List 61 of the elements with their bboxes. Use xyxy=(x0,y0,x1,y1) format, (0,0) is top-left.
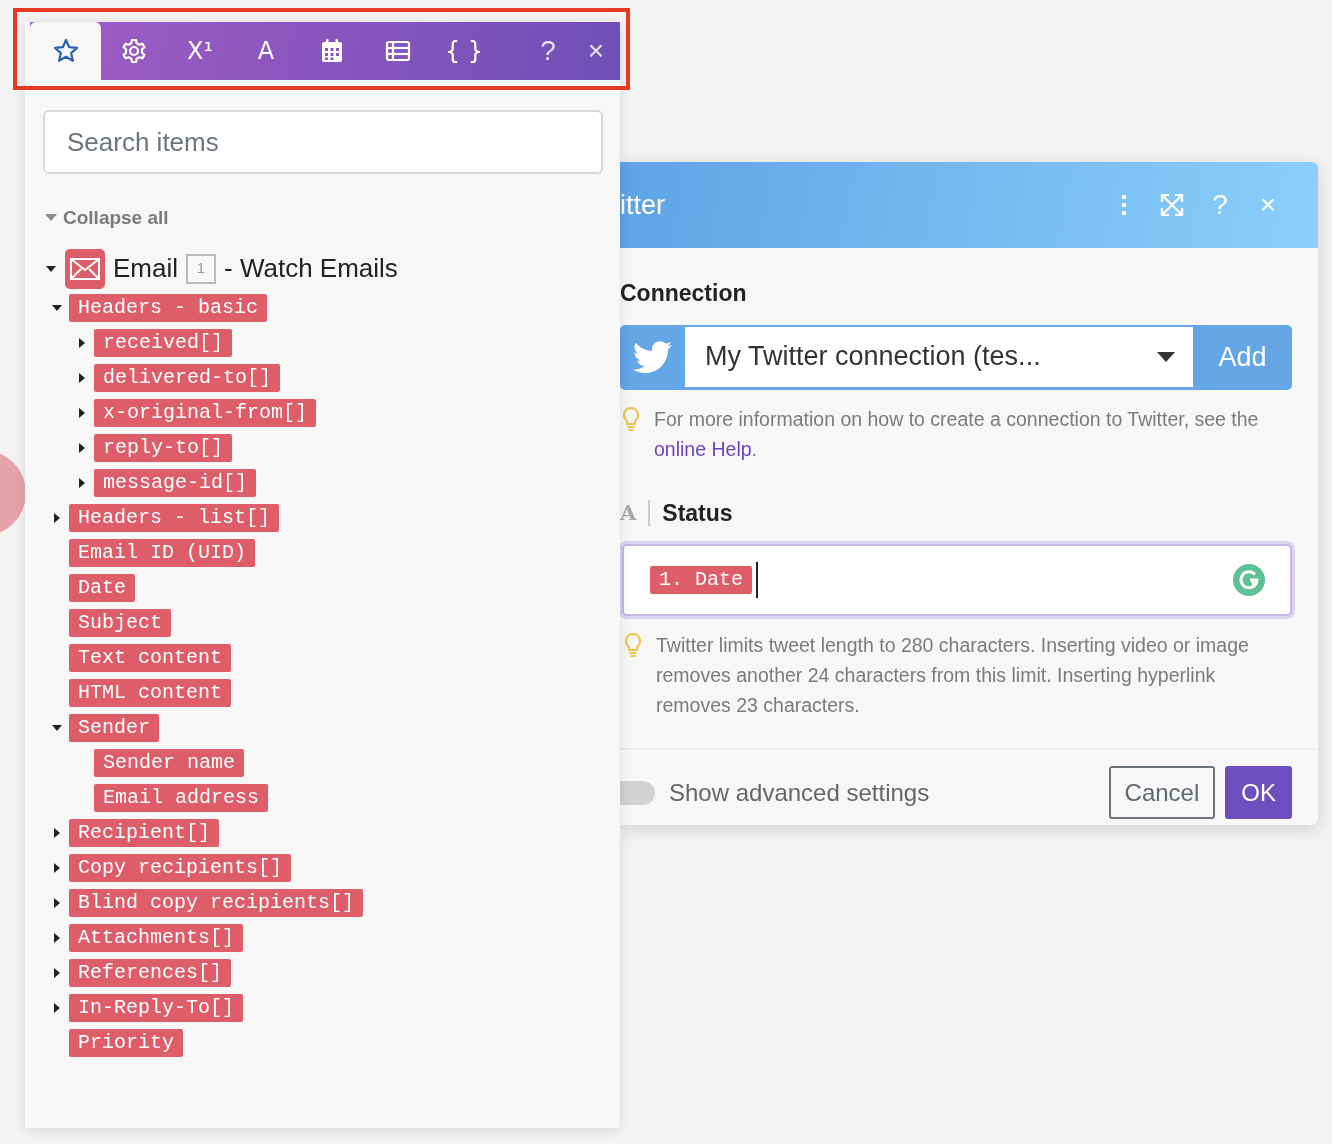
dialog-title: itter xyxy=(620,188,666,222)
connection-select[interactable]: My Twitter connection (tes... xyxy=(685,326,1193,387)
lightbulb-icon xyxy=(622,405,640,432)
field-label: Status xyxy=(662,498,733,528)
tree-item[interactable]: delivered-to[] xyxy=(94,364,281,392)
expand-icon xyxy=(1160,193,1184,217)
tree-item[interactable]: References[] xyxy=(69,959,232,987)
tree-item[interactable]: Attachments[] xyxy=(69,924,244,952)
help-link[interactable]: online Help xyxy=(654,437,752,460)
tree-item[interactable]: Sender xyxy=(69,714,159,742)
tree-item[interactable]: message-id[] xyxy=(94,469,257,497)
tree-item[interactable]: Priority xyxy=(69,1029,183,1057)
help-button[interactable]: ? xyxy=(1196,184,1244,226)
toolbar-tab[interactable]: X¹ xyxy=(167,22,233,80)
hint-text: For more information on how to create a connection to Twitter, see the online Help. xyxy=(654,406,1260,462)
collapse-all-link[interactable]: Collapse all xyxy=(45,204,620,233)
close-button[interactable]: × xyxy=(572,22,620,80)
help-button[interactable]: ? xyxy=(524,22,572,80)
caret-icon xyxy=(45,214,57,223)
star-icon xyxy=(52,38,79,64)
tree-item[interactable]: Email ID (UID) xyxy=(69,539,256,567)
field-label: Connection xyxy=(620,279,748,308)
kebab-icon xyxy=(1121,194,1127,216)
lightbulb-icon xyxy=(624,632,642,658)
tree-item[interactable]: Blind copy recipients[] xyxy=(69,889,364,917)
toolbar-tab[interactable]: { } xyxy=(431,22,497,80)
hint-text: Twitter limits tweet length to 280 characters. Inserting video or image removes another 24 characters from this limit. Inserting hyperlink removes 23 characters. xyxy=(656,633,1250,718)
cancel-button[interactable]: Cancel xyxy=(1108,766,1216,819)
search-field[interactable]: Search items xyxy=(43,110,603,174)
toggle-switch[interactable] xyxy=(620,780,655,805)
module-title: - Watch Emails xyxy=(224,252,398,285)
tree-item[interactable]: Recipient[] xyxy=(69,819,220,847)
calendar-icon xyxy=(319,38,345,64)
tree-item[interactable]: Headers - basic xyxy=(69,294,268,322)
text-cursor xyxy=(756,562,758,598)
tree-item[interactable]: x-original-from[] xyxy=(94,399,317,427)
mapped-token[interactable]: 1. Date xyxy=(650,566,752,594)
module-name: Email xyxy=(113,252,178,285)
toolbar-tab[interactable]: A xyxy=(233,22,299,80)
tree-item[interactable]: Headers - list[] xyxy=(69,504,280,532)
toggle-label: Show advanced settings xyxy=(669,777,931,808)
add-button[interactable]: Add xyxy=(1193,324,1292,390)
caret-icon xyxy=(1157,351,1175,362)
grammar-check-icon xyxy=(1232,563,1266,597)
bird-icon xyxy=(632,341,673,373)
envelope-icon xyxy=(70,257,100,280)
status-field[interactable]: 1. Date xyxy=(622,544,1292,616)
ok-button[interactable]: OK xyxy=(1225,766,1292,819)
tree-item[interactable]: Date xyxy=(69,574,135,602)
module-number: 1 xyxy=(186,253,216,284)
tree-item[interactable]: Subject xyxy=(69,609,171,637)
tree-item[interactable]: Sender name xyxy=(94,749,245,777)
table-icon xyxy=(385,38,411,64)
tree-item[interactable]: HTML content xyxy=(69,679,232,707)
tree-item[interactable]: Text content xyxy=(69,644,232,672)
tree-item[interactable]: reply-to[] xyxy=(94,434,233,462)
gear-icon xyxy=(121,38,147,64)
tree-item[interactable]: Copy recipients[] xyxy=(69,854,292,882)
tree-item[interactable]: Email address xyxy=(94,784,269,812)
tree-item[interactable]: In-Reply-To[] xyxy=(69,994,244,1022)
tree-item[interactable]: received[] xyxy=(94,329,233,357)
